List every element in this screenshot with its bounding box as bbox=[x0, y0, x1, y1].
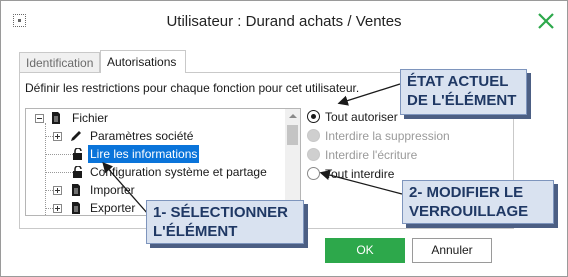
tab-identification[interactable]: Identification bbox=[19, 52, 100, 72]
expand-toggle[interactable] bbox=[53, 186, 62, 195]
padlock-icon bbox=[73, 166, 82, 178]
cancel-button[interactable]: Annuler bbox=[412, 238, 492, 263]
panel-description: Définir les restrictions pour chaque fon… bbox=[25, 81, 360, 95]
title-bar: Utilisateur : Durand achats / Ventes bbox=[1, 1, 567, 41]
document-icon bbox=[72, 202, 80, 214]
radio-button bbox=[307, 148, 320, 161]
tree-item-importer[interactable]: Importer bbox=[26, 181, 286, 199]
tab-autorisations[interactable]: Autorisations bbox=[100, 50, 186, 73]
tree-item-parametres-societe[interactable]: Paramètres société bbox=[26, 127, 286, 145]
pencil-icon bbox=[71, 131, 81, 141]
padlock-icon bbox=[73, 148, 82, 160]
callout-modify-lock: 2- MODIFIER LE VERROUILLAGE bbox=[402, 180, 554, 224]
radio-button[interactable] bbox=[307, 110, 320, 123]
close-button[interactable] bbox=[535, 10, 557, 32]
collapse-toggle[interactable] bbox=[35, 114, 44, 123]
window-title: Utilisateur : Durand achats / Ventes bbox=[166, 13, 402, 30]
callout-select-item: 1- SÉLECTIONNER L'ÉLÉMENT bbox=[146, 200, 304, 244]
ok-button[interactable]: OK bbox=[325, 238, 405, 263]
document-icon bbox=[52, 112, 60, 124]
close-x-icon bbox=[538, 13, 554, 29]
document-icon bbox=[72, 184, 80, 196]
radio-button[interactable] bbox=[307, 167, 320, 180]
tree-item-fichier[interactable]: Fichier bbox=[26, 109, 286, 127]
callout-current-state: ÉTAT ACTUEL DE L'ÉLÉMENT bbox=[400, 69, 527, 115]
scroll-up-arrow-icon[interactable] bbox=[285, 109, 300, 123]
radio-button bbox=[307, 129, 320, 142]
tree-item-lire-informations[interactable]: Lire les informations bbox=[26, 145, 286, 163]
expand-toggle[interactable] bbox=[53, 204, 62, 213]
scroll-thumb[interactable] bbox=[287, 125, 298, 145]
tree-item-configuration-systeme[interactable]: Configuration système et partage bbox=[26, 163, 286, 181]
expand-toggle[interactable] bbox=[53, 132, 62, 141]
